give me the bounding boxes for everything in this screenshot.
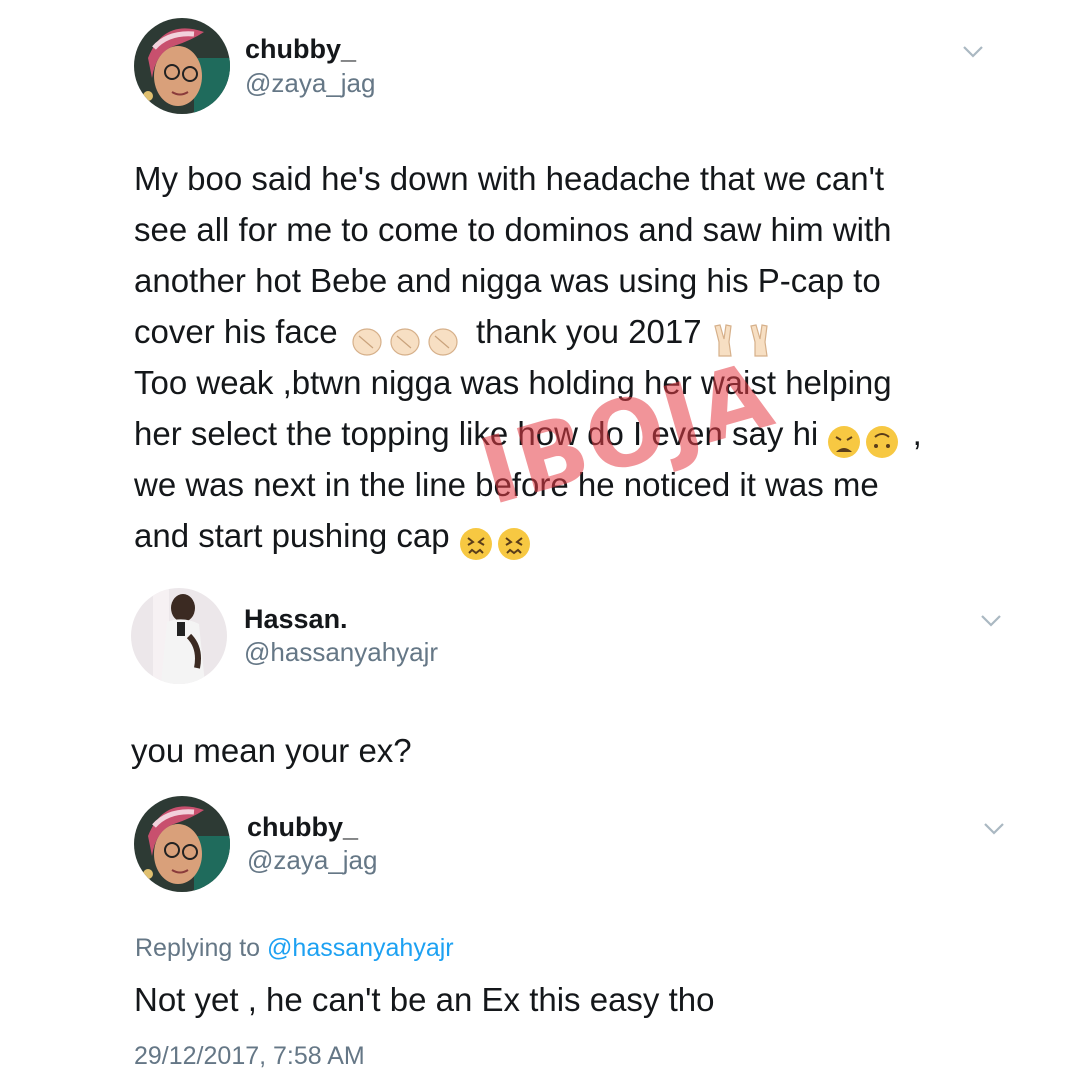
tweet-line: we was next in the line before he notice… (134, 466, 879, 503)
chevron-down-icon[interactable] (983, 822, 1005, 836)
replying-to-label: Replying to (135, 934, 261, 962)
avatar[interactable] (131, 588, 227, 684)
weary-face-emoji-icon (827, 414, 903, 465)
tweet-line: cover his face thank you 2017 (134, 306, 922, 357)
clapping-hands-emoji-icon (347, 312, 467, 363)
tweet-text: Not yet , he can't be an Ex this easy th… (134, 981, 715, 1018)
tweet-line: see all for me to come to dominos and sa… (134, 211, 892, 248)
tweet-line: her select the topping like how do I eve… (134, 408, 922, 459)
chevron-down-icon[interactable] (962, 45, 984, 59)
confounded-face-emoji-icon (459, 516, 535, 567)
handle[interactable]: @zaya_jag (245, 68, 375, 99)
tweet-line-part: her select the topping like how do I eve… (134, 415, 819, 452)
handle[interactable]: @hassanyahyajr (244, 637, 438, 668)
victory-hand-emoji-icon (711, 312, 787, 363)
tweet-line-part: , (912, 415, 922, 452)
handle[interactable]: @zaya_jag (247, 845, 377, 876)
tweet-line: Too weak ,btwn nigga was holding her wai… (134, 364, 892, 401)
tweet-line: My boo said he's down with headache that… (134, 160, 885, 197)
tweet-line: and start pushing cap (134, 510, 922, 561)
avatar[interactable] (134, 18, 230, 114)
tweet-line-part: cover his face (134, 313, 338, 350)
tweet-line: another hot Bebe and nigga was using his… (134, 262, 881, 299)
tweet-text: My boo said he's down with headache that… (134, 153, 922, 561)
display-name[interactable]: chubby_ (245, 34, 356, 65)
display-name[interactable]: chubby_ (247, 812, 358, 843)
display-name[interactable]: Hassan. (244, 604, 348, 635)
mention-link[interactable]: @hassanyahyajr (267, 934, 454, 962)
replying-to: Replying to @hassanyahyajr (135, 934, 454, 963)
avatar[interactable] (134, 796, 230, 892)
tweet-line-part: thank you 2017 (475, 313, 702, 350)
tweet-text: you mean your ex? (131, 732, 412, 769)
tweet-line-part: and start pushing cap (134, 517, 450, 554)
chevron-down-icon[interactable] (980, 614, 1002, 628)
timestamp[interactable]: 29/12/2017, 7:58 AM (134, 1042, 365, 1071)
